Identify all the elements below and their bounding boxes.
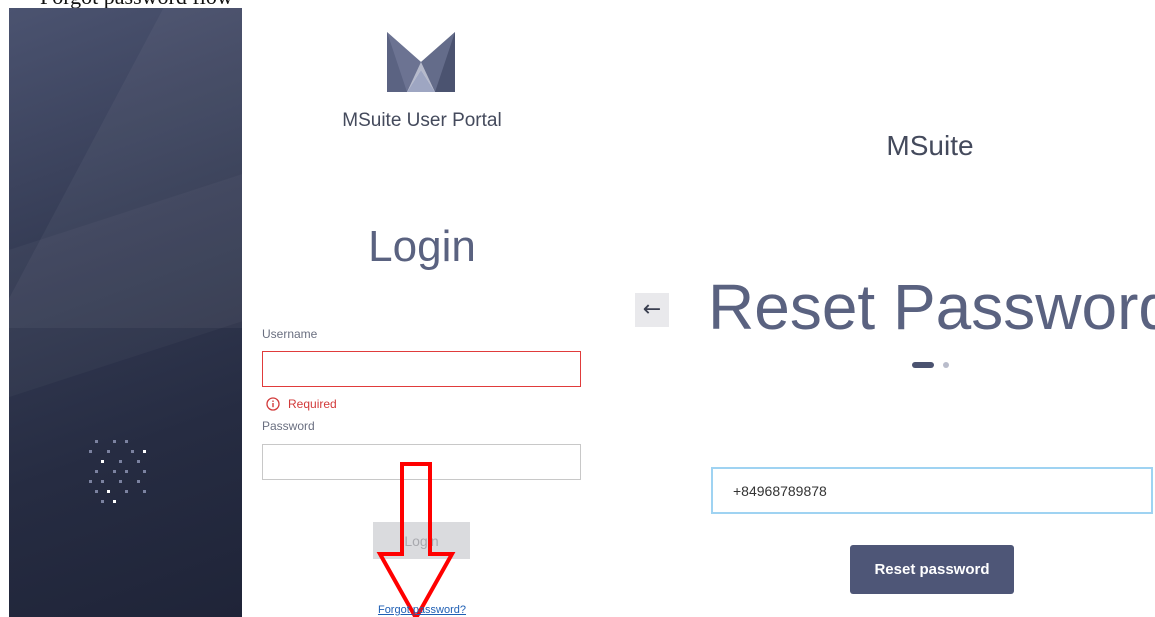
back-arrow-icon[interactable]: ←: [635, 293, 669, 327]
error-info-icon: [266, 397, 280, 411]
username-label: Username: [262, 327, 318, 341]
annotation-arrow-icon: [376, 462, 456, 617]
step-dot-inactive: [943, 362, 949, 368]
side-panel: [9, 8, 242, 617]
brand-title: MSuite: [886, 130, 974, 161]
username-error: Required: [266, 397, 337, 411]
reset-password-button[interactable]: Reset password: [850, 545, 1014, 594]
phone-input[interactable]: [711, 467, 1153, 514]
cropped-caption: Forgot password flow: [0, 0, 1155, 8]
password-label: Password: [262, 419, 315, 433]
portal-title: MSuite User Portal: [342, 110, 502, 131]
forgot-password-link[interactable]: Forgot password?: [262, 604, 582, 616]
required-text: Required: [288, 397, 337, 411]
login-heading: Login: [368, 222, 476, 271]
step-dot-active: [912, 362, 934, 368]
screenshot-stage: Forgot password flow MSuite User Portal …: [0, 0, 1155, 617]
msuite-logo-icon: [387, 32, 455, 92]
dot-pattern-icon: [89, 440, 149, 512]
username-input[interactable]: [262, 351, 581, 387]
reset-password-heading: Reset Password: [708, 271, 1155, 343]
step-indicator: [912, 362, 962, 370]
caption-text: Forgot password flow: [40, 0, 233, 8]
